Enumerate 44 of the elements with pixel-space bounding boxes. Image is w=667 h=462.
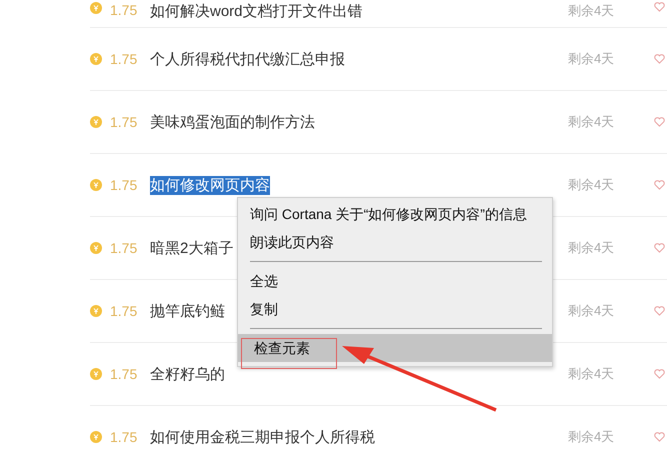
price-text: 1.75 [110,114,138,130]
coin-icon [90,431,102,443]
price-text: 1.75 [110,177,138,193]
time-remaining: 剩余4天 [568,113,616,131]
coin-icon [90,305,102,317]
heart-icon[interactable] [654,2,665,12]
heart-icon[interactable] [654,54,665,64]
price-text: 1.75 [110,366,138,382]
time-remaining: 剩余4天 [568,2,616,20]
question-link[interactable]: 美味鸡蛋泡面的制作方法 [150,112,315,132]
question-link[interactable]: 如何解决word文档打开文件出错 [150,2,363,21]
question-link[interactable]: 暗黑2大箱子 [150,238,234,258]
heart-icon[interactable] [654,243,665,253]
question-link[interactable]: 如何使用金税三期申报个人所得税 [150,428,375,446]
time-remaining: 剩余4天 [568,428,616,446]
heart-icon[interactable] [654,369,665,379]
question-link[interactable]: 全籽籽乌的 [150,364,225,384]
time-remaining: 剩余4天 [568,302,616,320]
price-text: 1.75 [110,429,138,445]
heart-icon[interactable] [654,180,665,190]
question-link[interactable]: 抛竿底钓鲢 [150,302,225,320]
menu-item[interactable]: 朗读此页内容 [238,228,552,256]
menu-item[interactable]: 全选 [238,267,552,295]
time-remaining: 剩余4天 [568,50,616,68]
time-remaining: 剩余4天 [568,239,616,257]
coin-icon [90,116,102,128]
price-text: 1.75 [110,303,138,319]
coin-icon [90,179,102,191]
price-text: 1.75 [110,240,138,256]
menu-item[interactable]: 复制 [238,295,552,323]
question-link[interactable]: 个人所得税代扣代缴汇总申报 [150,50,345,68]
time-remaining: 剩余4天 [568,176,616,194]
coin-icon [90,53,102,65]
question-link[interactable]: 如何修改网页内容 [150,176,270,194]
heart-icon[interactable] [654,117,665,127]
price-text: 1.75 [110,2,138,18]
heart-icon[interactable] [654,432,665,442]
menu-item[interactable]: 检查元素 [238,334,552,362]
coin-icon [90,242,102,254]
price-text: 1.75 [110,51,138,67]
time-remaining: 剩余4天 [568,365,616,383]
coin-icon [90,368,102,380]
menu-item[interactable]: 询问 Cortana 关于“如何修改网页内容”的信息 [238,200,552,228]
heart-icon[interactable] [654,306,665,316]
